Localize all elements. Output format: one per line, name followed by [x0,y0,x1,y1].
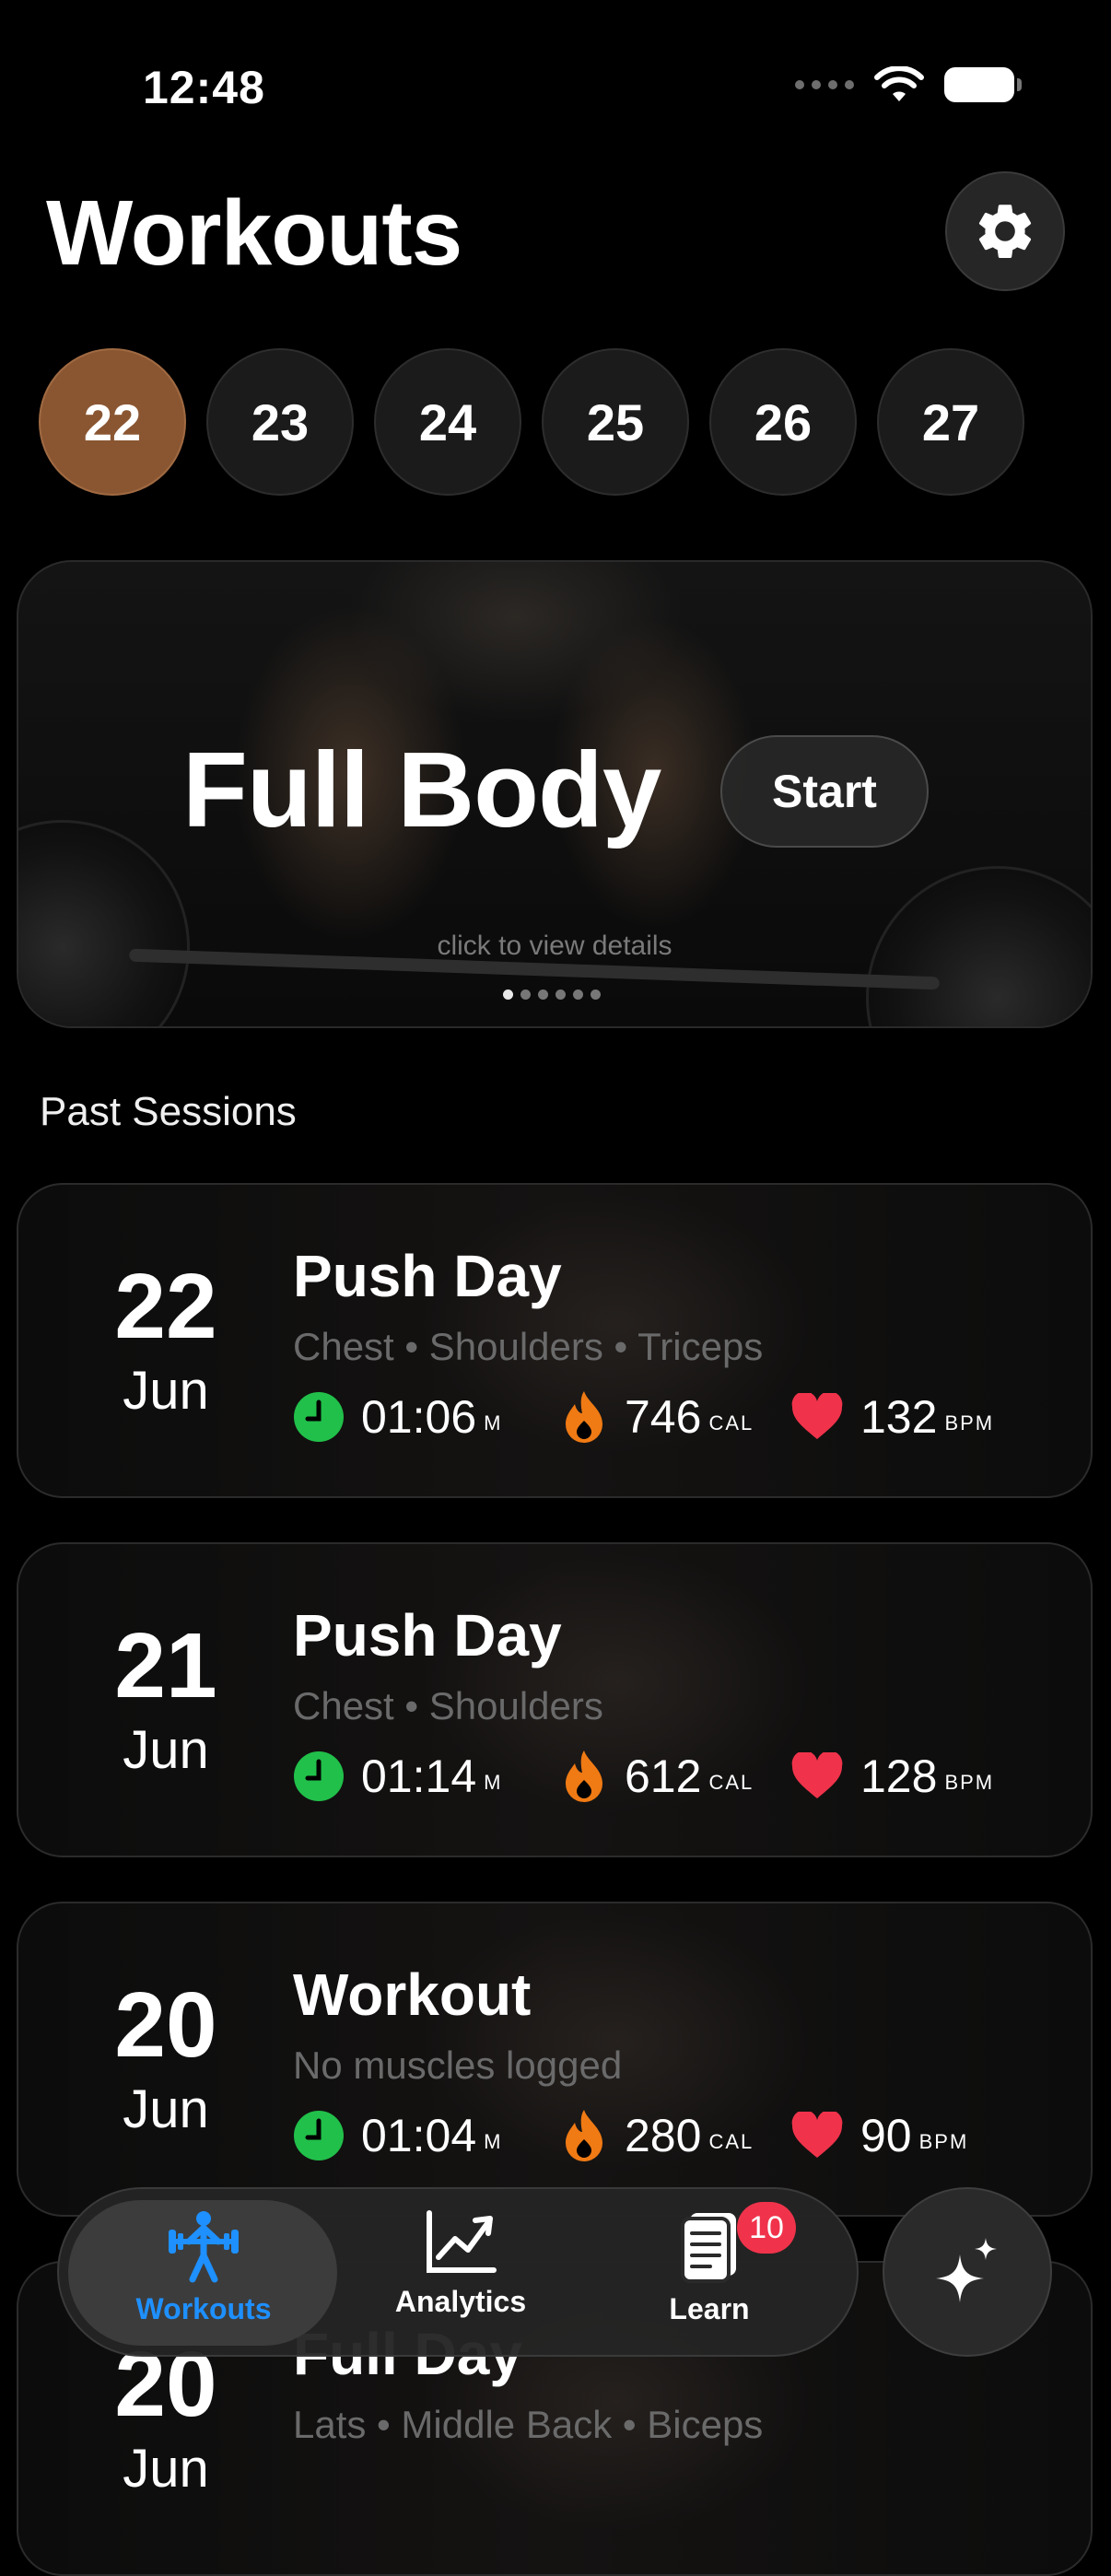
barbell-plate-left [18,820,190,1026]
heart-rate-value: 132 [860,1391,938,1443]
tab-learn-label: Learn [669,2292,750,2325]
duration-unit: M [484,2130,503,2153]
heart-rate-stat: 90 BPM [790,2109,968,2162]
tab-analytics-label: Analytics [394,2285,527,2318]
session-stats: 01:04 M 280 CAL 90 BPM [293,2108,968,2163]
heart-rate-value: 90 [860,2110,912,2161]
session-muscles: Chest • Shoulders • Triceps [293,1325,764,1368]
duration-unit: M [484,1411,503,1434]
session-day: 21 [114,1614,217,1717]
book-icon [681,2213,736,2283]
calories-unit: CAL [708,1411,754,1434]
calories-stat: 746 CAL [560,1389,790,1445]
session-muscles: Chest • Shoulders [293,1684,603,1727]
page-title: Workouts [46,181,462,285]
tab-workouts-label: Workouts [135,2292,272,2325]
clock-icon [294,1751,344,1801]
tab-bar: Workouts Analytics Learn 10 [57,2187,859,2357]
heart-rate-stat: 132 BPM [790,1390,994,1444]
session-date: 20 Jun [74,2338,258,2504]
workout-hero-card[interactable]: Full Body Start click to view details [17,560,1093,1028]
flame-icon [566,2110,602,2161]
wifi-icon [874,66,924,101]
learn-notification-badge: 10 [737,2202,796,2254]
past-sessions-heading: Past Sessions [40,1089,297,1134]
duration-value: 01:14 [361,1751,477,1802]
session-card[interactable]: 21 Jun Push Day Chest • Shoulders 01:14 … [17,1542,1093,1857]
heart-icon [791,1752,843,1798]
session-name: Push Day [293,1243,562,1309]
hero-page-indicator[interactable] [503,989,601,1000]
weightlifter-icon [169,2211,239,2283]
settings-button[interactable] [945,171,1065,291]
heart-rate-stat: 128 BPM [790,1750,994,1803]
battery-icon [944,67,1022,102]
status-indicators [795,66,1022,103]
duration-value: 01:04 [361,2110,477,2161]
duration-stat: 01:04 M [293,2109,560,2162]
heart-icon [791,1393,843,1439]
session-muscles: Lats • Middle Back • Biceps [293,2403,764,2446]
ai-assistant-button[interactable] [883,2187,1052,2357]
session-card[interactable]: 20 Jun Workout No muscles logged 01:04 M… [17,1902,1093,2217]
day-pill-23[interactable]: 23 [206,348,354,496]
calories-stat: 280 CAL [560,2108,790,2163]
session-date: 20 Jun [74,1979,258,2145]
duration-stat: 01:14 M [293,1750,560,1803]
session-day: 20 [114,1973,217,2077]
clock-icon [294,1392,344,1442]
calories-value: 612 [625,1751,702,1802]
day-pill-26[interactable]: 26 [709,348,857,496]
session-name: Workout [293,1961,532,2028]
tab-analytics[interactable]: Analytics [355,2209,567,2319]
sparkles-icon [936,2238,997,2302]
duration-stat: 01:06 M [293,1390,560,1444]
day-pill-22[interactable]: 22 [39,348,186,496]
session-card[interactable]: 22 Jun Push Day Chest • Shoulders • Tric… [17,1183,1093,1498]
chart-line-icon [427,2210,497,2273]
calories-unit: CAL [708,1771,754,1794]
session-day: 22 [114,1255,217,1358]
day-selector: 22 23 24 25 26 27 [39,348,1024,496]
start-button[interactable]: Start [720,735,929,848]
calories-value: 280 [625,2110,702,2161]
flame-icon [566,1391,602,1443]
duration-unit: M [484,1771,503,1794]
session-month: Jun [123,2079,209,2139]
session-muscles: No muscles logged [293,2043,623,2087]
view-details-hint: click to view details [437,931,672,961]
duration-value: 01:06 [361,1391,477,1443]
calories-stat: 612 CAL [560,1749,790,1804]
session-name: Push Day [293,1602,562,1669]
day-pill-25[interactable]: 25 [542,348,689,496]
calories-value: 746 [625,1391,702,1443]
gear-icon [978,205,1032,259]
status-time: 12:48 [143,62,265,113]
heart-rate-unit: BPM [944,1411,995,1434]
day-pill-27[interactable]: 27 [877,348,1024,496]
session-date: 22 Jun [74,1260,258,1426]
heart-rate-unit: BPM [944,1771,995,1794]
day-pill-24[interactable]: 24 [374,348,521,496]
flame-icon [566,1751,602,1802]
session-date: 21 Jun [74,1620,258,1786]
clock-icon [294,2111,344,2160]
session-month: Jun [123,2439,209,2499]
session-stats: 01:14 M 612 CAL 128 BPM [293,1749,994,1804]
session-month: Jun [123,1720,209,1780]
tab-workouts[interactable]: Workouts [98,2209,310,2326]
heart-rate-value: 128 [860,1751,938,1802]
calories-unit: CAL [708,2130,754,2153]
session-stats: 01:06 M 746 CAL 132 BPM [293,1389,994,1445]
session-month: Jun [123,1361,209,1421]
heart-rate-unit: BPM [918,2130,969,2153]
heart-icon [791,2112,843,2158]
hero-workout-title: Full Body [182,730,661,849]
cellular-dots-icon [795,80,854,89]
